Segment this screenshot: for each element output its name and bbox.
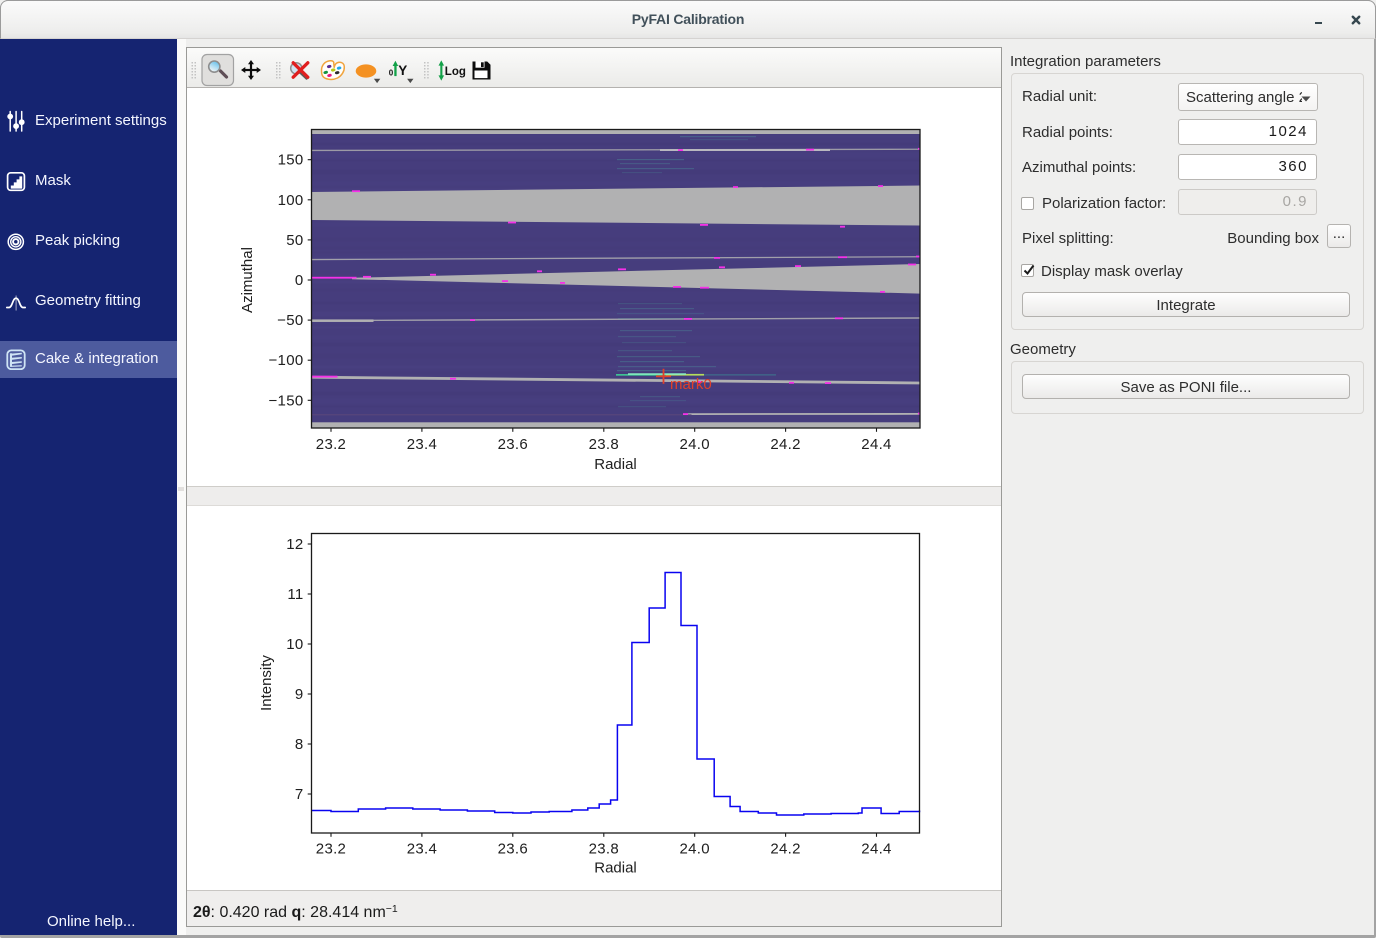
svg-text:11: 11 [287,586,303,603]
svg-text:−150: −150 [269,392,304,409]
svg-text:7: 7 [295,786,304,803]
svg-text:10: 10 [286,636,303,653]
svg-text:24.0: 24.0 [679,436,709,453]
svg-text:24.0: 24.0 [679,841,709,858]
svg-text:24.2: 24.2 [770,841,800,858]
svg-text:9: 9 [295,686,304,703]
svg-text:−100: −100 [269,352,304,369]
svg-text:100: 100 [278,192,304,209]
svg-text:−50: −50 [277,312,303,329]
svg-text:24.2: 24.2 [770,436,800,453]
svg-text:Radial: Radial [594,860,637,877]
svg-text:0: 0 [389,69,394,78]
svg-text:23.2: 23.2 [316,841,346,858]
svg-text:23.8: 23.8 [589,841,619,858]
svg-text:Azimuthal: Azimuthal [239,247,256,313]
svg-text:24.4: 24.4 [861,436,891,453]
svg-text:24.4: 24.4 [861,841,891,858]
svg-text:23.2: 23.2 [316,436,346,453]
svg-text:23.6: 23.6 [498,436,528,453]
svg-text:Y: Y [398,63,407,78]
svg-text:23.4: 23.4 [407,436,437,453]
svg-text:50: 50 [286,232,303,249]
svg-text:Log: Log [445,66,466,78]
svg-text:Intensity: Intensity [258,655,275,711]
svg-text:12: 12 [286,536,303,553]
svg-text:Radial: Radial [594,456,637,473]
svg-text:150: 150 [278,152,304,169]
svg-text:23.4: 23.4 [407,841,437,858]
svg-text:23.6: 23.6 [498,841,528,858]
svg-text:8: 8 [295,736,304,753]
svg-text:23.8: 23.8 [589,436,619,453]
svg-text:mark0: mark0 [670,376,712,393]
svg-text:0: 0 [295,272,304,289]
